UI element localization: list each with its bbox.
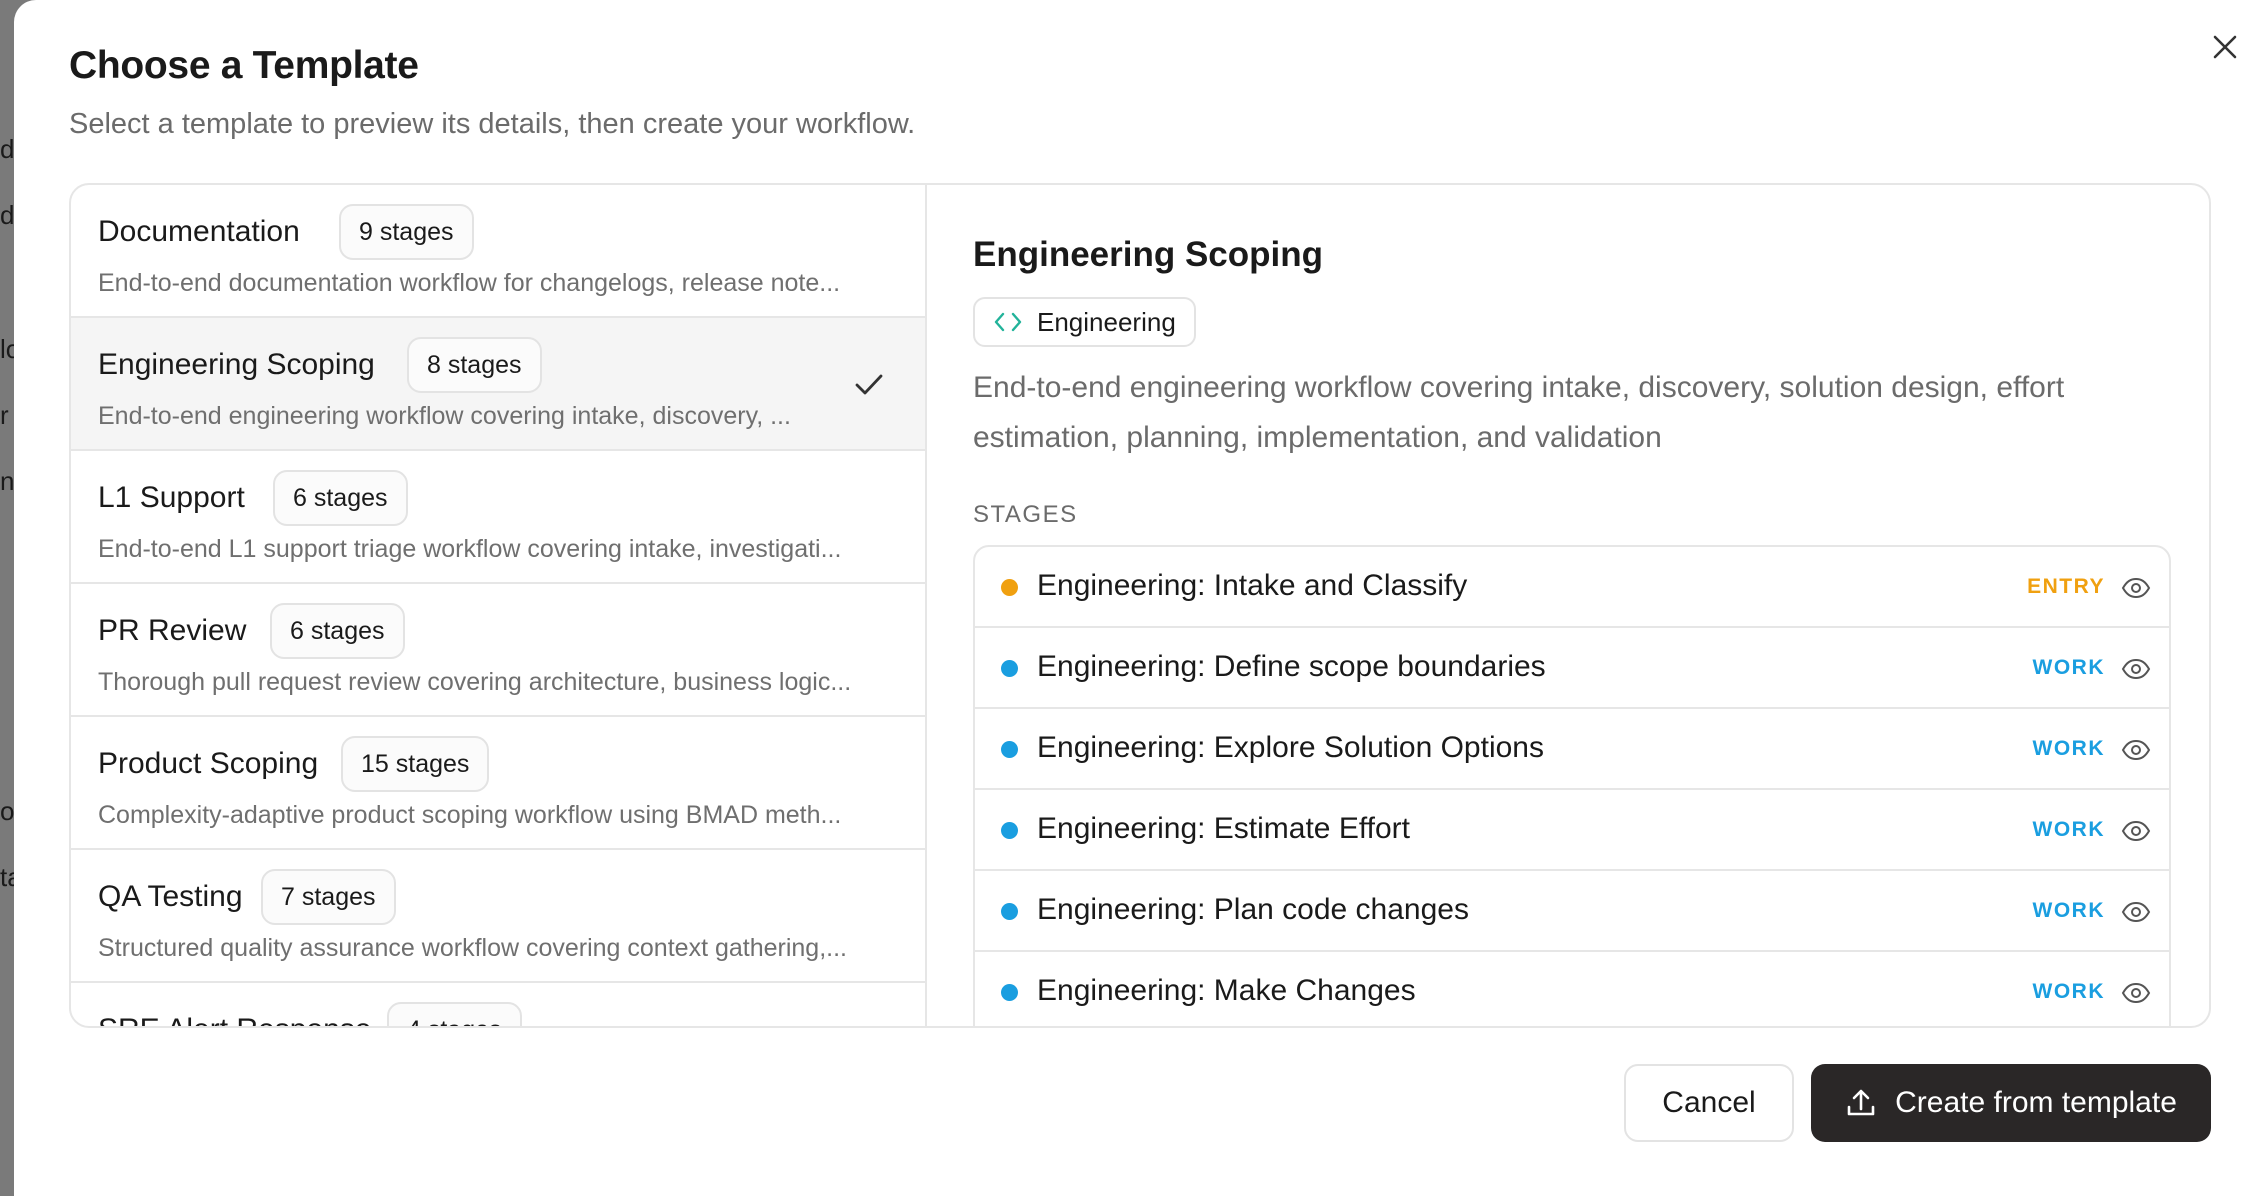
detail-description: End-to-end engineering workflow covering… <box>973 371 2065 454</box>
stage-row: Engineering: Intake and Classify ENTRY <box>975 547 2169 628</box>
background-text: r <box>0 400 9 430</box>
stage-status-dot <box>1001 822 1018 839</box>
eye-icon[interactable] <box>2121 897 2151 927</box>
stage-status-dot <box>1001 741 1018 758</box>
stage-count-badge: 15 stages <box>341 736 490 792</box>
template-name: QA Testing <box>98 880 243 913</box>
stage-count-badge: 6 stages <box>270 603 405 659</box>
background-text: n <box>0 466 15 496</box>
stages-list[interactable]: Engineering: Intake and Classify ENTRY E… <box>973 545 2171 1026</box>
template-item[interactable]: L1 Support 6 stages End-to-end L1 suppor… <box>71 451 925 584</box>
template-detail: Engineering Scoping Engineering End-to-e… <box>927 185 2209 1026</box>
stage-name: Engineering: Plan code changes <box>1037 893 1469 926</box>
template-item[interactable]: SRE Alert Response 4 stages <box>71 983 925 1026</box>
stage-kind-label: WORK <box>2032 737 2105 760</box>
eye-icon[interactable] <box>2121 654 2151 684</box>
template-description: End-to-end documentation workflow for ch… <box>98 269 841 297</box>
background-text: d <box>0 200 15 230</box>
template-name: L1 Support <box>98 481 245 514</box>
category-badge: Engineering <box>973 297 1196 347</box>
template-name: Documentation <box>98 215 300 248</box>
template-description: Complexity-adaptive product scoping work… <box>98 801 842 829</box>
stage-count-badge: 8 stages <box>407 337 542 393</box>
eye-icon[interactable] <box>2121 573 2151 603</box>
code-brackets-icon <box>994 312 1022 332</box>
template-name: SRE Alert Response <box>98 1013 371 1026</box>
close-button[interactable] <box>2200 22 2250 72</box>
checkmark-icon <box>855 374 883 395</box>
stage-row: Engineering: Plan code changes WORK <box>975 871 2169 952</box>
template-description: End-to-end L1 support triage workflow co… <box>98 535 842 563</box>
detail-title: Engineering Scoping <box>973 235 1324 274</box>
stage-kind-label: WORK <box>2032 899 2105 922</box>
dialog-subtitle: Select a template to preview its details… <box>69 108 916 140</box>
template-item[interactable]: Product Scoping 15 stages Complexity-ada… <box>71 717 925 850</box>
stage-status-dot <box>1001 660 1018 677</box>
eye-icon[interactable] <box>2121 978 2151 1008</box>
stage-row: Engineering: Make Changes WORK <box>975 952 2169 1026</box>
choose-template-dialog: Choose a Template Select a template to p… <box>14 0 2268 1196</box>
template-item[interactable]: QA Testing 7 stages Structured quality a… <box>71 850 925 983</box>
stage-count-badge: 9 stages <box>339 204 474 260</box>
dialog-title: Choose a Template <box>69 44 419 87</box>
stage-name: Engineering: Estimate Effort <box>1037 812 1410 845</box>
template-list[interactable]: Documentation 9 stages End-to-end docume… <box>71 185 927 1026</box>
template-description: Structured quality assurance workflow co… <box>98 934 847 962</box>
stage-status-dot <box>1001 984 1018 1001</box>
template-description: Thorough pull request review covering ar… <box>98 668 852 696</box>
stage-name: Engineering: Make Changes <box>1037 974 1416 1007</box>
template-name: Engineering Scoping <box>98 348 375 381</box>
category-label: Engineering <box>1037 306 1176 337</box>
stage-row: Engineering: Define scope boundaries WOR… <box>975 628 2169 709</box>
stage-status-dot <box>1001 579 1018 596</box>
eye-icon[interactable] <box>2121 735 2151 765</box>
stage-kind-label: WORK <box>2032 818 2105 841</box>
template-panel: Documentation 9 stages End-to-end docume… <box>69 183 2211 1028</box>
cancel-button[interactable]: Cancel <box>1624 1064 1794 1142</box>
close-icon <box>2213 35 2237 59</box>
stage-count-badge: 4 stages <box>387 1002 522 1026</box>
stage-status-dot <box>1001 903 1018 920</box>
template-item[interactable]: PR Review 6 stages Thorough pull request… <box>71 584 925 717</box>
stage-count-badge: 7 stages <box>261 869 396 925</box>
template-item[interactable]: Engineering Scoping 8 stages End-to-end … <box>71 318 925 451</box>
upload-icon <box>1847 1089 1875 1116</box>
create-button-label: Create from template <box>1895 1086 2177 1119</box>
stage-count-badge: 6 stages <box>273 470 408 526</box>
stage-kind-label: ENTRY <box>2027 575 2105 598</box>
create-from-template-button[interactable]: Create from template <box>1811 1064 2211 1142</box>
background-text: o <box>0 796 15 826</box>
stages-heading: STAGES <box>973 501 1078 528</box>
stage-kind-label: WORK <box>2032 980 2105 1003</box>
template-item[interactable]: Documentation 9 stages End-to-end docume… <box>71 185 925 318</box>
stage-name: Engineering: Explore Solution Options <box>1037 731 1544 764</box>
template-description: End-to-end engineering workflow covering… <box>98 402 791 430</box>
stage-kind-label: WORK <box>2032 656 2105 679</box>
stage-name: Engineering: Define scope boundaries <box>1037 650 1546 683</box>
stage-row: Engineering: Explore Solution Options WO… <box>975 709 2169 790</box>
background-text: d <box>0 134 15 164</box>
template-name: Product Scoping <box>98 747 319 780</box>
template-name: PR Review <box>98 614 247 647</box>
stage-row: Engineering: Estimate Effort WORK <box>975 790 2169 871</box>
eye-icon[interactable] <box>2121 816 2151 846</box>
stage-name: Engineering: Intake and Classify <box>1037 569 1468 602</box>
